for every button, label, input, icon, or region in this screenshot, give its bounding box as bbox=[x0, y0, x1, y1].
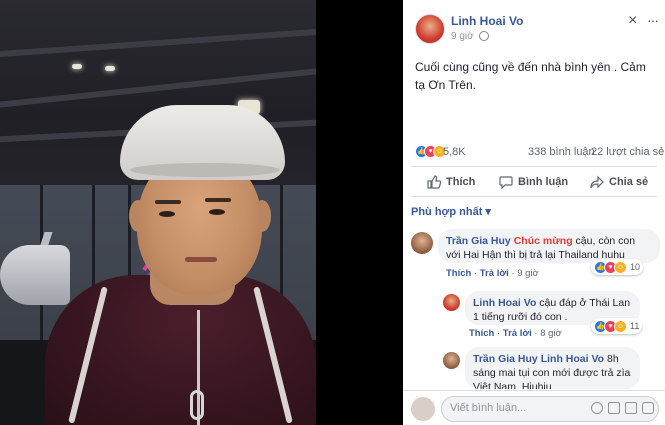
comment-reply-link[interactable]: Trả lời bbox=[503, 328, 532, 339]
eyebrow bbox=[155, 200, 181, 204]
cap-brim bbox=[130, 163, 280, 177]
comment-reply-link[interactable]: Trả lời bbox=[480, 268, 509, 279]
sticker-icon[interactable] bbox=[642, 402, 654, 414]
comment-button[interactable]: Bình luận bbox=[499, 174, 568, 190]
person-figure bbox=[45, 105, 316, 425]
divider bbox=[411, 166, 657, 167]
comment-bubble: Trần Gia Huy Chúc mừng cậu, còn con với … bbox=[438, 229, 660, 263]
emoji-icon[interactable] bbox=[591, 402, 603, 414]
mouth bbox=[185, 257, 217, 262]
comment-like-link[interactable]: Thích bbox=[469, 328, 494, 339]
thumb-icon bbox=[427, 175, 441, 189]
post-panel: Linh Hoai Vo 9 giờ × ··· Cuối cùng cũng … bbox=[403, 0, 665, 425]
close-icon[interactable]: × bbox=[628, 12, 637, 30]
speech-bubble-icon bbox=[499, 176, 513, 189]
comment-button-label: Bình luận bbox=[518, 176, 569, 188]
post-text: Cuối cùng cũng về đến nhà bình yên . Cảm… bbox=[415, 60, 646, 92]
comments-count[interactable]: 338 bình luận bbox=[528, 146, 595, 158]
current-user-avatar bbox=[411, 397, 435, 421]
like-button[interactable]: Thích bbox=[427, 174, 475, 190]
comment-sort-dropdown[interactable]: Phù hợp nhất ▾ bbox=[411, 205, 491, 218]
reactions-count[interactable]: 5,8K bbox=[443, 146, 466, 158]
post-photo[interactable] bbox=[0, 0, 316, 425]
comment-reaction-count: 10 bbox=[630, 262, 641, 272]
globe-icon bbox=[479, 31, 489, 41]
comment-like-link[interactable]: Thích bbox=[446, 268, 471, 279]
eyebrow bbox=[205, 198, 231, 202]
divider bbox=[411, 196, 657, 197]
commenter-name[interactable]: Trần Gia Huy bbox=[446, 235, 511, 247]
more-options-icon[interactable]: ··· bbox=[647, 12, 659, 28]
comment-reaction-count: 11 bbox=[630, 321, 640, 331]
share-button-label: Chia sẻ bbox=[609, 176, 649, 188]
comment-reactions[interactable]: 👍 ♥ ☺ 11 bbox=[591, 318, 643, 334]
photo-light bbox=[72, 64, 82, 69]
post-time[interactable]: 9 giờ bbox=[451, 31, 474, 42]
share-arrow-icon bbox=[590, 175, 604, 189]
commenter-avatar[interactable] bbox=[443, 294, 460, 311]
camera-icon[interactable] bbox=[608, 402, 620, 414]
haha-icon: ☺ bbox=[614, 260, 627, 274]
facebook-photo-viewer: Linh Hoai Vo 9 giờ × ··· Cuối cùng cũng … bbox=[0, 0, 665, 425]
comment-tag[interactable]: Chúc mừng bbox=[514, 235, 573, 247]
comment-meta: Thích · Trả lời · 9 giờ bbox=[446, 268, 539, 279]
comment-time[interactable]: 8 giờ bbox=[540, 328, 562, 339]
author-name[interactable]: Linh Hoai Vo bbox=[451, 14, 523, 28]
comment-mention[interactable]: Linh Hoai Vo bbox=[541, 353, 604, 365]
author-avatar[interactable] bbox=[415, 14, 445, 44]
gif-icon[interactable] bbox=[625, 402, 637, 414]
comment-meta: Thích · Trả lời · 8 giờ bbox=[469, 328, 562, 339]
zipper-pull bbox=[190, 390, 204, 420]
share-button[interactable]: Chia sẻ bbox=[590, 174, 648, 190]
comment-time[interactable]: 9 giờ bbox=[517, 268, 539, 279]
haha-icon: ☺ bbox=[614, 319, 627, 333]
commenter-name[interactable]: Linh Hoai Vo bbox=[473, 297, 536, 309]
commenter-name[interactable]: Trần Gia Huy bbox=[473, 353, 538, 365]
eye bbox=[209, 209, 225, 215]
photo-light bbox=[105, 66, 115, 71]
eye bbox=[159, 211, 175, 217]
like-button-label: Thích bbox=[446, 176, 476, 188]
commenter-avatar[interactable] bbox=[443, 352, 460, 369]
commenter-avatar[interactable] bbox=[411, 232, 433, 254]
shares-count[interactable]: 22 lượt chia sẻ bbox=[591, 146, 664, 158]
comment-bubble: Trần Gia Huy Linh Hoai Vo 8h sáng mai tụ… bbox=[465, 347, 640, 389]
comment-composer: Viết bình luận... bbox=[403, 390, 665, 425]
comment-reactions[interactable]: 👍 ♥ ☺ 10 bbox=[591, 259, 644, 275]
